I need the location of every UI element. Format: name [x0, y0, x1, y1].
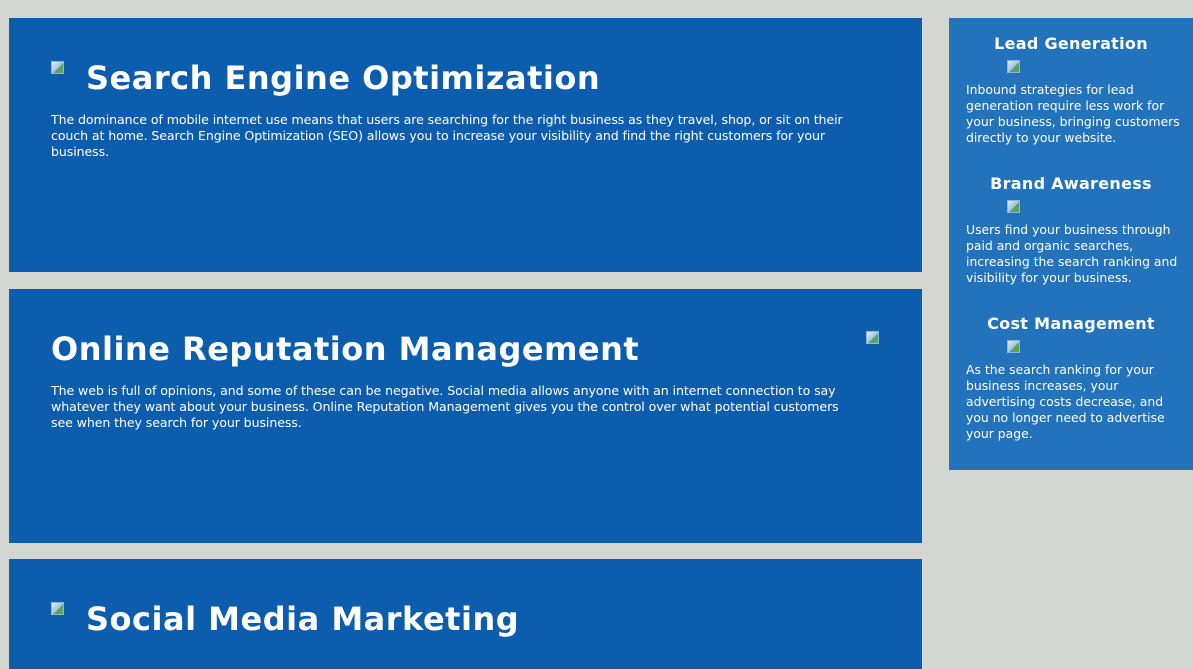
broken-image-icon [1007, 200, 1020, 213]
brand-awareness-title: Brand Awareness [990, 174, 1152, 193]
brand-awareness-text: Users find your business through paid an… [966, 222, 1178, 285]
benefits-sidebar: Lead Generation Inbound strategies for l… [949, 18, 1193, 470]
orm-panel: Online Reputation Management The web is … [9, 289, 922, 543]
broken-image-icon [1007, 60, 1020, 73]
lead-generation-text: Inbound strategies for lead generation r… [966, 82, 1180, 145]
broken-image-icon [51, 61, 64, 74]
broken-image-icon [51, 602, 64, 615]
cost-management-text: As the search ranking for your business … [966, 362, 1165, 441]
cost-management-title: Cost Management [987, 314, 1155, 333]
seo-description: The dominance of mobile internet use mea… [51, 112, 843, 159]
orm-title: Online Reputation Management [51, 330, 640, 368]
broken-image-icon [1007, 340, 1020, 353]
smm-title: Social Media Marketing [86, 600, 520, 638]
lead-generation-title: Lead Generation [994, 34, 1148, 53]
orm-description: The web is full of opinions, and some of… [51, 383, 839, 430]
seo-title: Search Engine Optimization [86, 59, 601, 97]
smm-panel: Social Media Marketing [9, 559, 922, 669]
broken-image-icon [866, 331, 879, 344]
seo-panel: Search Engine Optimization The dominance… [9, 18, 922, 272]
